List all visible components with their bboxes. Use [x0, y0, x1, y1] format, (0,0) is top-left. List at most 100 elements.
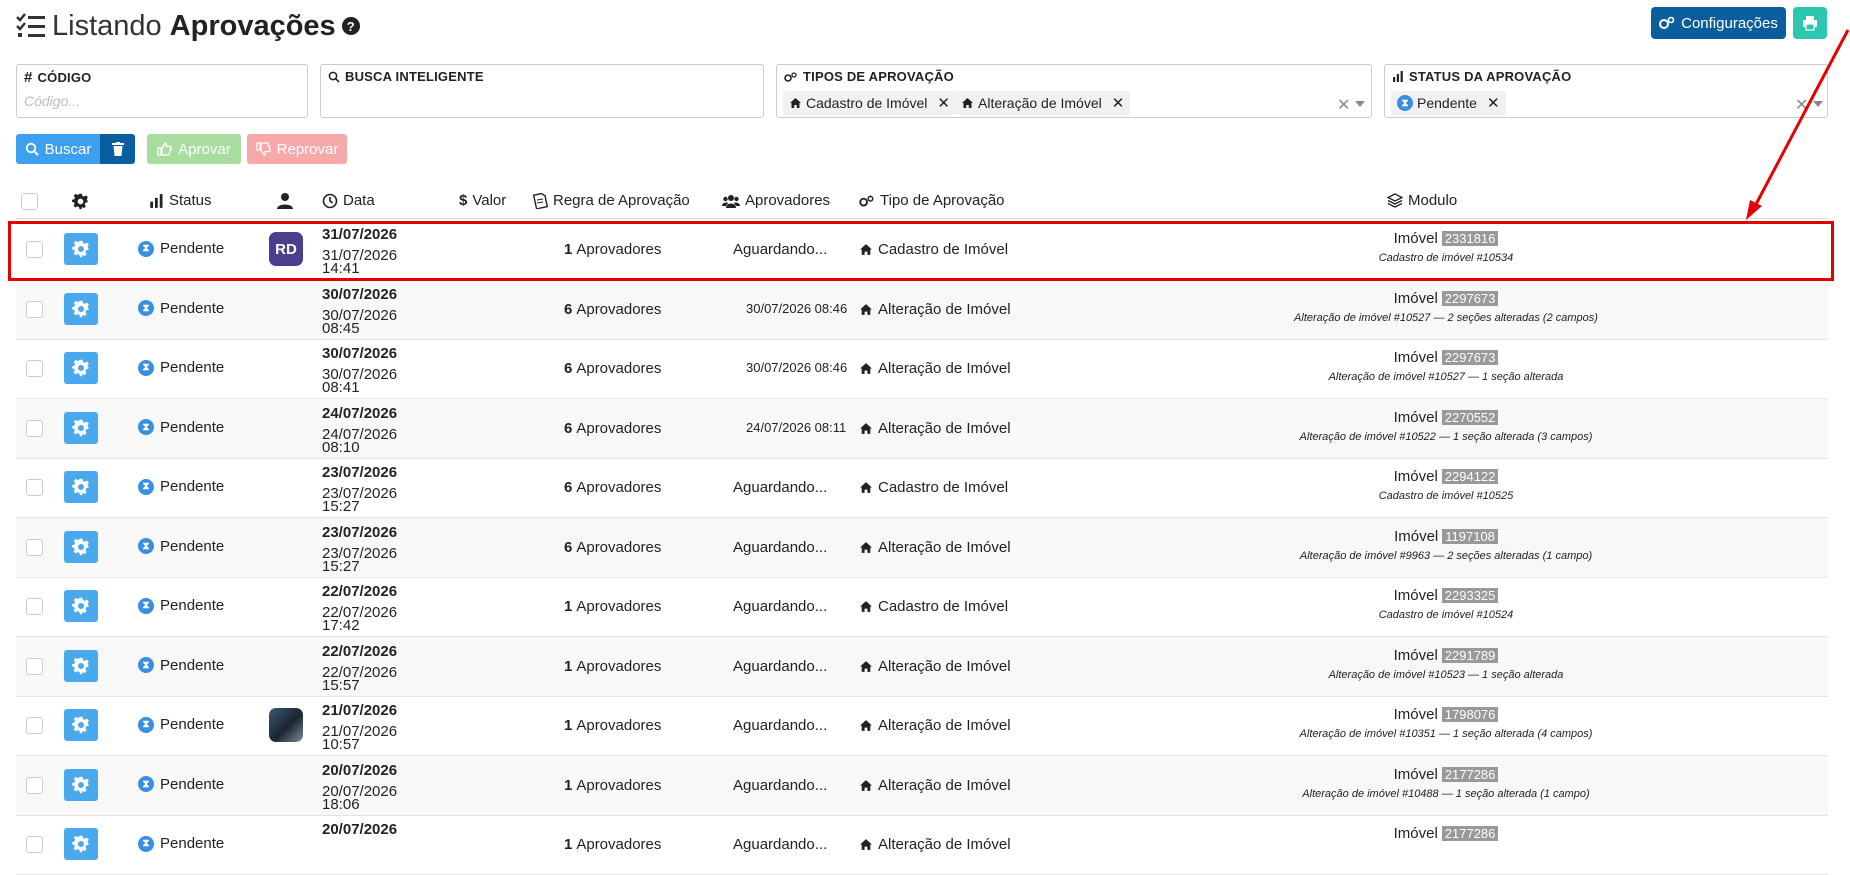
module-id-tag[interactable]: 2270552	[1441, 409, 1499, 425]
row-date: 31/07/2026	[322, 226, 398, 243]
data-column-header[interactable]: Data	[322, 192, 375, 209]
hourglass-icon: ⧗	[138, 419, 154, 435]
row-checkbox[interactable]	[26, 300, 43, 318]
tipos-filter-label: TIPOS DE APROVAÇÃO	[784, 69, 954, 84]
table-row[interactable]: ⧗ Pendente 30/07/2026 30/07/2026 08:45 6 Aprov…	[16, 279, 1828, 340]
table-row[interactable]: ⧗ Pendente 20/07/2026 20/07/2026 18:06 1 Aprov…	[16, 755, 1828, 816]
chip-pendente[interactable]: ⧗ Pendente ✕	[1391, 91, 1506, 115]
module-id-tag[interactable]: 1798076	[1441, 707, 1499, 722]
chevron-down-icon[interactable]	[1813, 101, 1823, 107]
row-checkbox[interactable]	[26, 360, 43, 377]
row-checkbox[interactable]	[26, 538, 43, 556]
home-icon	[860, 779, 872, 791]
table-row[interactable]: ⧗ Pendente 23/07/2026 23/07/2026 15:27 6 Aprov…	[16, 458, 1828, 518]
row-actions-button[interactable]	[64, 709, 98, 741]
buscar-button[interactable]: Buscar	[16, 134, 100, 164]
row-actions-button[interactable]	[64, 649, 98, 682]
clear-icon[interactable]: ✕	[1337, 95, 1350, 115]
trash-icon	[111, 142, 124, 156]
table-row[interactable]: ⧗ Pendente 21/07/2026 21/07/2026 10:57 1 Aprov…	[16, 696, 1828, 756]
gear-icon	[72, 240, 89, 258]
hourglass-icon: ⧗	[138, 657, 154, 673]
table-row[interactable]: ⧗ Pendente RD 31/07/2026 31/07/2026 14:41 1 Apr…	[16, 220, 1828, 280]
aprovadores-column-header[interactable]: Aprovadores	[722, 192, 830, 209]
row-module: Imóvel 2177286	[1096, 825, 1796, 842]
user-column-header	[277, 192, 293, 209]
clear-filters-button[interactable]	[100, 134, 135, 164]
row-actions-button[interactable]	[64, 352, 98, 384]
module-id-tag[interactable]: 2297673	[1441, 290, 1499, 306]
row-time: 08:45	[322, 319, 360, 337]
row-module-description: Alteração de imóvel #9963 — 2 seções alt…	[1299, 549, 1593, 562]
row-actions-button[interactable]	[64, 768, 98, 801]
valor-column-header[interactable]: $ Valor	[459, 192, 506, 209]
row-actions-button[interactable]	[64, 411, 98, 444]
table-row[interactable]: ⧗ Pendente 22/07/2026 22/07/2026 15:57 1 Aprov…	[16, 636, 1828, 697]
remove-chip-icon[interactable]: ✕	[937, 94, 950, 112]
row-actions-button[interactable]	[64, 530, 98, 563]
module-id-tag[interactable]: 1197108	[1442, 528, 1498, 544]
row-checkbox[interactable]	[26, 836, 43, 853]
reprovar-button[interactable]: Reprovar	[247, 134, 347, 164]
modulo-column-header[interactable]: Modulo	[1387, 192, 1457, 209]
table-row[interactable]: ⧗ Pendente 24/07/2026 24/07/2026 08:10 6 Aprov…	[16, 398, 1828, 459]
row-date: 22/07/2026	[322, 583, 398, 600]
remove-chip-icon[interactable]: ✕	[1112, 94, 1125, 112]
remove-chip-icon[interactable]: ✕	[1487, 94, 1500, 112]
table-row[interactable]: ⧗ Pendente 20/07/2026 1 Aprovadores Aguardand…	[16, 815, 1828, 875]
row-actions-button[interactable]	[64, 292, 98, 325]
bar-chart-icon	[1393, 71, 1403, 82]
row-checkbox[interactable]	[26, 717, 43, 734]
table-row[interactable]: ⧗ Pendente 22/07/2026 22/07/2026 17:42 1 Aprov…	[16, 577, 1828, 637]
table-row[interactable]: ⧗ Pendente 30/07/2026 30/07/2026 08:41 6 Aprov…	[16, 339, 1828, 399]
module-id-tag[interactable]: 2293325	[1441, 588, 1499, 603]
table-row[interactable]: ⧗ Pendente 23/07/2026 23/07/2026 15:27 6 Aprov…	[16, 517, 1828, 578]
module-id-tag[interactable]: 2177286	[1441, 766, 1499, 782]
status-column-header[interactable]: Status	[149, 192, 212, 209]
home-icon	[860, 363, 872, 374]
codigo-filter[interactable]: # CÓDIGO Código...	[16, 64, 308, 118]
row-approval-type: Alteração de Imóvel	[859, 717, 1011, 734]
row-checkbox[interactable]	[26, 776, 43, 794]
chip-alteracao[interactable]: Alteração de Imóvel ✕	[955, 91, 1131, 115]
select-all-checkbox[interactable]	[21, 193, 38, 210]
tipos-filter[interactable]: TIPOS DE APROVAÇÃO Cadastro de Imóvel ✕ …	[776, 64, 1372, 118]
clear-icon[interactable]: ✕	[1795, 95, 1808, 115]
search-icon	[25, 142, 39, 156]
module-id-tag[interactable]: 2294122	[1441, 469, 1499, 484]
row-checkbox[interactable]	[26, 657, 43, 675]
regra-column-header[interactable]: Regra de Aprovação	[532, 192, 690, 209]
print-button[interactable]	[1793, 7, 1827, 39]
row-actions-button[interactable]	[64, 828, 98, 860]
tipo-column-header[interactable]: Tipo de Aprovação	[859, 192, 1005, 209]
hash-icon: #	[24, 69, 33, 86]
row-date: 20/07/2026	[322, 761, 398, 779]
avatar: RD	[269, 232, 303, 266]
module-id-tag[interactable]: 2291789	[1441, 647, 1499, 663]
row-checkbox[interactable]	[26, 598, 43, 615]
configuracoes-button[interactable]: Configurações	[1651, 7, 1786, 39]
home-icon	[790, 98, 801, 108]
row-checkbox[interactable]	[26, 419, 43, 437]
row-checkbox[interactable]	[26, 479, 43, 496]
codigo-input[interactable]: Código...	[24, 93, 80, 109]
row-module-description: Alteração de imóvel #10523 — 1 seção alt…	[1328, 668, 1564, 681]
hourglass-icon: ⧗	[138, 716, 154, 733]
module-id-tag[interactable]: 2177286	[1441, 826, 1499, 841]
chevron-down-icon[interactable]	[1355, 101, 1365, 107]
status-filter[interactable]: STATUS DA APROVAÇÃO ⧗ Pendente ✕ ✕	[1384, 64, 1828, 118]
help-icon[interactable]: ?	[341, 17, 360, 35]
module-id-tag[interactable]: 2297673	[1441, 350, 1499, 365]
aprovar-button[interactable]: Aprovar	[147, 134, 241, 164]
row-approvers-count: 1 Aprovadores	[564, 241, 662, 258]
busca-filter[interactable]: BUSCA INTELIGENTE	[320, 64, 764, 118]
row-checkbox[interactable]	[26, 241, 43, 258]
row-actions-button[interactable]	[64, 471, 98, 503]
chip-cadastro[interactable]: Cadastro de Imóvel ✕	[783, 91, 956, 115]
row-actions-button[interactable]	[64, 590, 98, 622]
row-approval-type: Alteração de Imóvel	[859, 420, 1011, 437]
row-actions-button[interactable]	[64, 233, 98, 265]
status-badge: ⧗ Pendente	[138, 835, 224, 852]
module-id-tag[interactable]: 2331816	[1441, 231, 1499, 246]
top-bar: Listando Aprovações ? Configurações	[0, 0, 1850, 60]
